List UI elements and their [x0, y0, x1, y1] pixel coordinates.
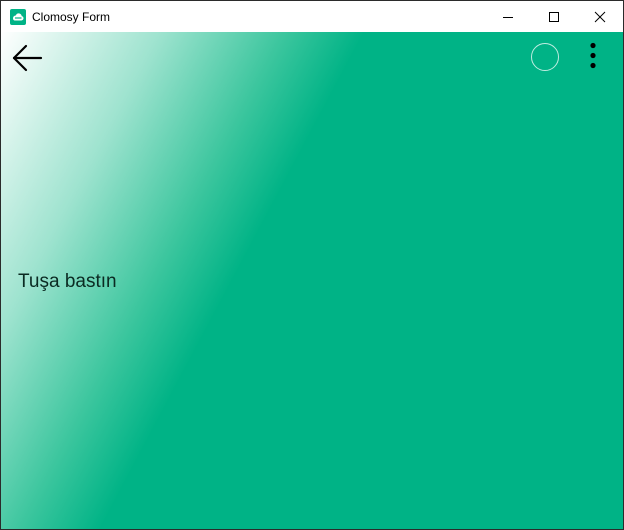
- back-button[interactable]: [9, 40, 45, 76]
- circle-outline-icon[interactable]: [531, 43, 559, 71]
- form-content: Tuşa bastın: [1, 32, 623, 529]
- window-title: Clomosy Form: [32, 10, 111, 24]
- arrow-left-icon: [12, 44, 43, 72]
- maximize-button[interactable]: [531, 1, 577, 32]
- more-options-button[interactable]: [581, 40, 605, 76]
- message-label: Tuşa bastın: [18, 271, 117, 292]
- minimize-button[interactable]: [485, 1, 531, 32]
- more-vertical-icon: [590, 42, 596, 69]
- close-icon: [594, 11, 606, 23]
- app-window: Clomosy Form Tuşa bastın: [0, 0, 624, 530]
- close-button[interactable]: [577, 1, 623, 32]
- clomosy-app-icon: [10, 9, 26, 25]
- title-bar: Clomosy Form: [1, 1, 623, 32]
- maximize-icon: [549, 12, 559, 22]
- minimize-icon: [503, 17, 513, 18]
